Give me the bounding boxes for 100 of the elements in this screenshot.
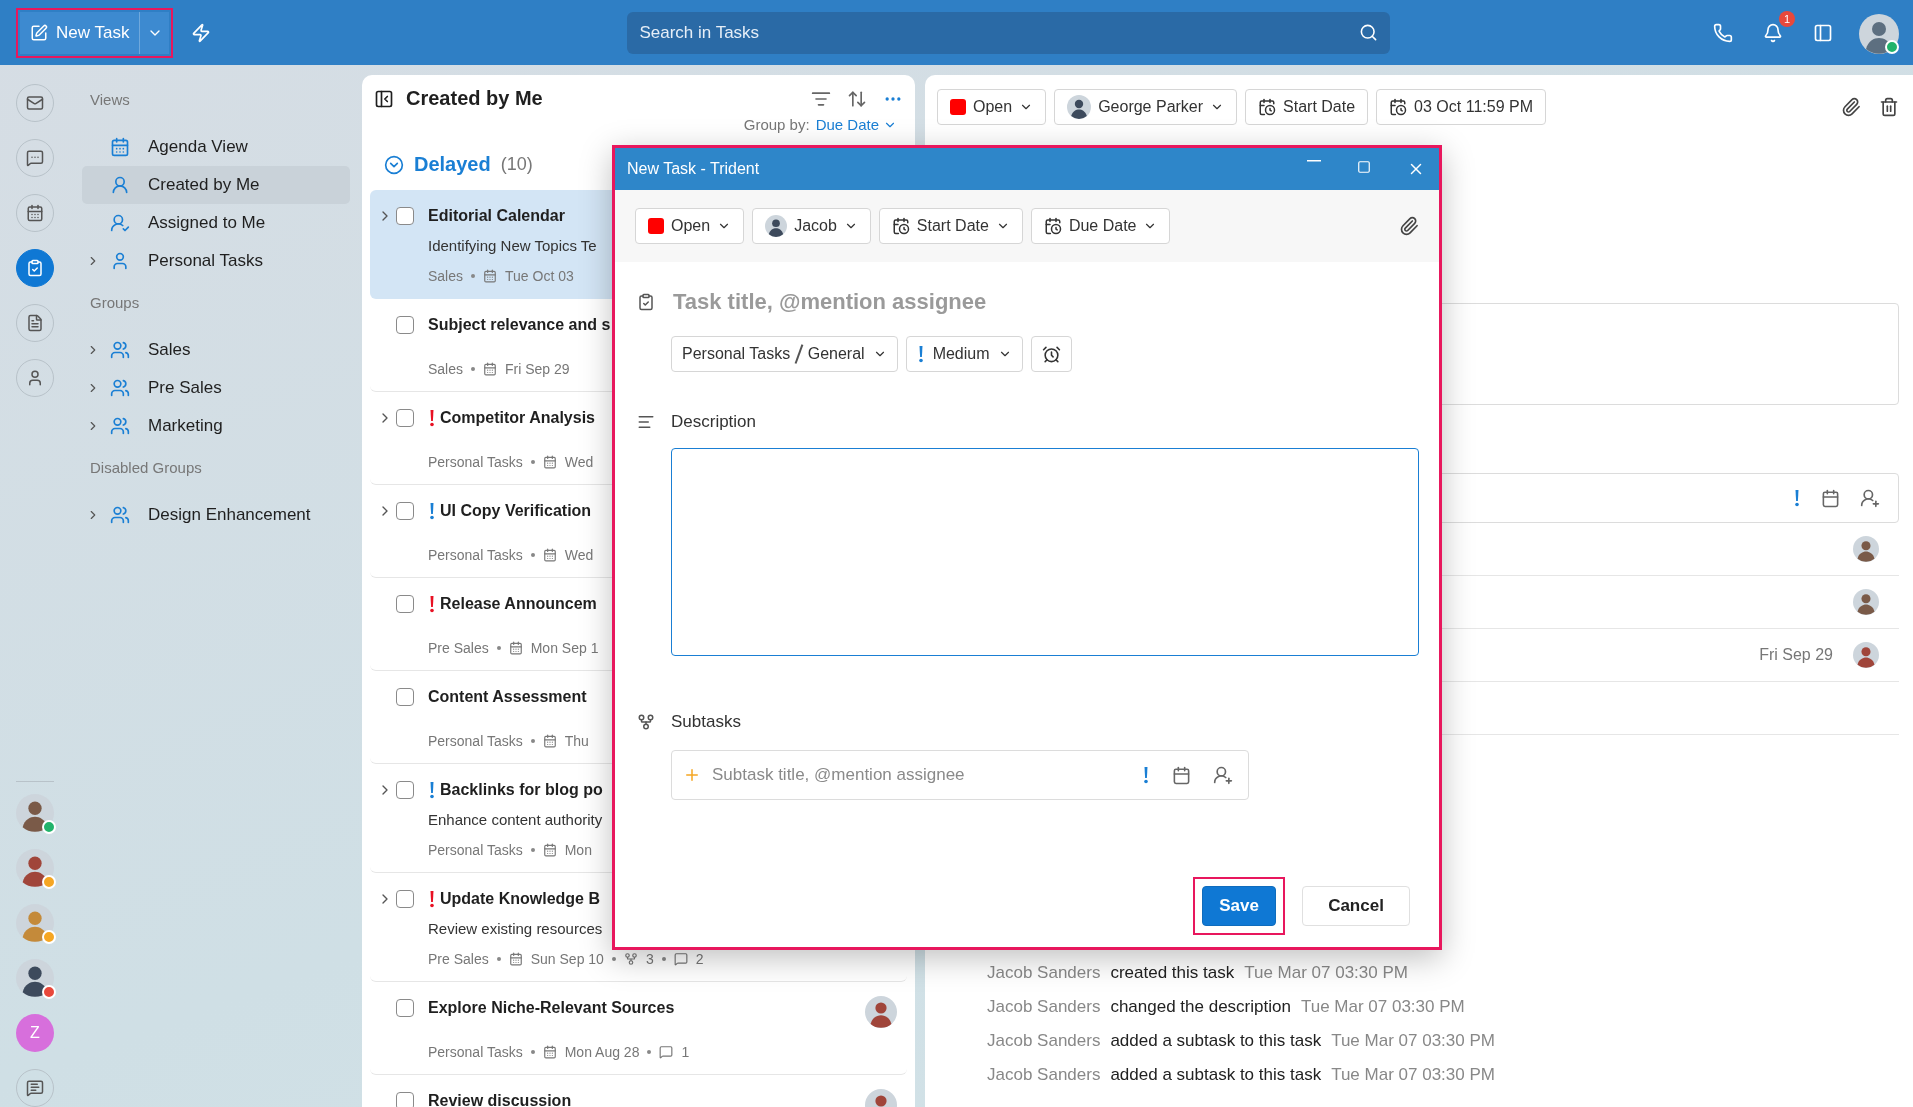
task-checkbox[interactable] [396, 890, 414, 908]
priority-icon [1793, 489, 1801, 507]
contacts-app-button[interactable] [16, 359, 54, 397]
subtasks-label: Subtasks [671, 712, 741, 732]
group-icon [110, 505, 130, 525]
task-title: Editorial Calendar [428, 207, 565, 225]
status-swatch [950, 99, 966, 115]
calendar-icon [542, 1045, 557, 1059]
subtask-date: Fri Sep 29 [1759, 646, 1833, 664]
nav-item[interactable]: Assigned to Me [82, 204, 350, 242]
assignee-dropdown[interactable]: Jacob [752, 208, 871, 244]
section-heading: Groups [89, 293, 141, 313]
due-date-dropdown[interactable]: Due Date [1030, 208, 1171, 244]
search-icon[interactable] [1359, 23, 1379, 42]
task-group: Personal Tasks [428, 454, 523, 470]
nav-item[interactable]: Marketing [82, 407, 350, 445]
task-date: Mon Aug 28 [564, 1044, 640, 1060]
task-title: Review discussion [428, 1092, 572, 1107]
task-row[interactable]: Review discussion [370, 1075, 907, 1107]
task-group: Pre Sales [428, 951, 489, 967]
description-input[interactable] [671, 448, 1419, 656]
timeline-actor: Jacob Sanders [987, 997, 1101, 1017]
attach-icon[interactable] [1841, 97, 1861, 117]
status-dropdown[interactable]: Open [635, 208, 745, 244]
calendar-clock-icon [1043, 217, 1062, 235]
section-count: (10) [500, 154, 533, 175]
timeline-time: Tue Mar 07 03:30 PM [1331, 1031, 1495, 1051]
nav-item[interactable]: Design Enhancement [82, 496, 350, 534]
subtask-icon [623, 952, 638, 966]
avatar-icon [1859, 13, 1899, 54]
list-dropdown[interactable]: Personal Tasks General [671, 336, 898, 372]
calendar-icon[interactable] [1172, 765, 1191, 785]
task-checkbox[interactable] [396, 688, 414, 706]
priority-dropdown[interactable]: Medium [905, 336, 1023, 372]
calendar-icon[interactable] [1821, 488, 1840, 508]
cancel-button[interactable]: Cancel [1302, 886, 1410, 926]
task-description: Review existing resources [428, 919, 603, 939]
task-title: Update Knowledge B [440, 890, 600, 908]
bell-icon [1763, 22, 1783, 43]
calendar-icon [110, 137, 130, 157]
task-checkbox[interactable] [396, 595, 414, 613]
reminder-button[interactable] [1030, 336, 1072, 372]
tasks-app-button[interactable] [16, 249, 54, 287]
task-checkbox[interactable] [396, 1092, 414, 1107]
task-title: Subject relevance and s [428, 316, 611, 334]
start-date-button[interactable]: Start Date [1245, 89, 1369, 125]
collapse-icon[interactable] [384, 154, 404, 175]
status-dropdown[interactable]: Open [937, 89, 1047, 125]
task-date: Wed [564, 547, 594, 563]
avatar-icon [16, 904, 54, 942]
plus-icon [683, 766, 701, 784]
person-icon [110, 175, 130, 195]
task-checkbox[interactable] [396, 502, 414, 520]
nav-item[interactable]: Pre Sales [82, 369, 350, 407]
list-title: Created by Me [406, 87, 543, 110]
comment-icon [673, 952, 688, 966]
task-checkbox[interactable] [396, 999, 414, 1017]
person-check-icon [110, 213, 130, 233]
nav-item[interactable]: Agenda View [82, 128, 350, 166]
save-button[interactable]: Save [1202, 886, 1276, 926]
task-checkbox[interactable] [396, 207, 414, 225]
due-date-button[interactable]: 03 Oct 11:59 PM [1376, 89, 1546, 125]
attach-icon[interactable] [1399, 216, 1419, 236]
nav-item[interactable]: Created by Me [82, 166, 350, 204]
person-icon [110, 251, 130, 271]
task-row[interactable]: Explore Niche-Relevant Sources Personal Tasks Mon Aug 28 1 [370, 982, 907, 1075]
timeline-actor: Jacob Sanders [987, 1065, 1101, 1085]
task-group: Sales [428, 268, 464, 284]
chat-icon [26, 1079, 44, 1097]
task-title: UI Copy Verification [440, 502, 592, 520]
calendar-icon [542, 843, 557, 857]
task-description: Enhance content authority [428, 810, 603, 830]
timeline-action: added a subtask to this task [1110, 1065, 1322, 1085]
calendar-clock-icon [1258, 98, 1277, 116]
assignee-dropdown[interactable]: George Parker [1054, 89, 1238, 125]
delete-icon[interactable] [1879, 97, 1899, 117]
add-person-icon[interactable] [1860, 488, 1880, 508]
add-person-icon[interactable] [1213, 765, 1233, 785]
task-checkbox[interactable] [396, 409, 414, 427]
group-by-dropdown[interactable]: Due Date [815, 116, 897, 133]
subtask-input[interactable]: Subtask title, @mention assignee [671, 750, 1249, 800]
avatar-icon [16, 794, 54, 832]
nav-item[interactable]: Personal Tasks [82, 242, 350, 280]
nav-item[interactable]: Sales [82, 331, 350, 369]
task-date: Thu [564, 733, 589, 749]
task-checkbox[interactable] [396, 781, 414, 799]
task-checkbox[interactable] [396, 316, 414, 334]
separator-dot [530, 553, 535, 557]
task-group: Sales [428, 361, 464, 377]
separator-dot [530, 848, 535, 852]
separator-dot [661, 957, 666, 961]
start-date-dropdown[interactable]: Start Date [878, 208, 1023, 244]
description-icon [637, 413, 655, 431]
collapse-panel-icon[interactable] [374, 88, 394, 109]
avatar-icon [16, 959, 54, 997]
new-task-button[interactable]: New Task [20, 11, 140, 54]
description-label: Description [671, 412, 757, 432]
task-date: Mon Sep 1 [530, 640, 599, 656]
calendar-icon [508, 641, 523, 655]
search-field[interactable]: Search in Tasks [627, 11, 1391, 54]
